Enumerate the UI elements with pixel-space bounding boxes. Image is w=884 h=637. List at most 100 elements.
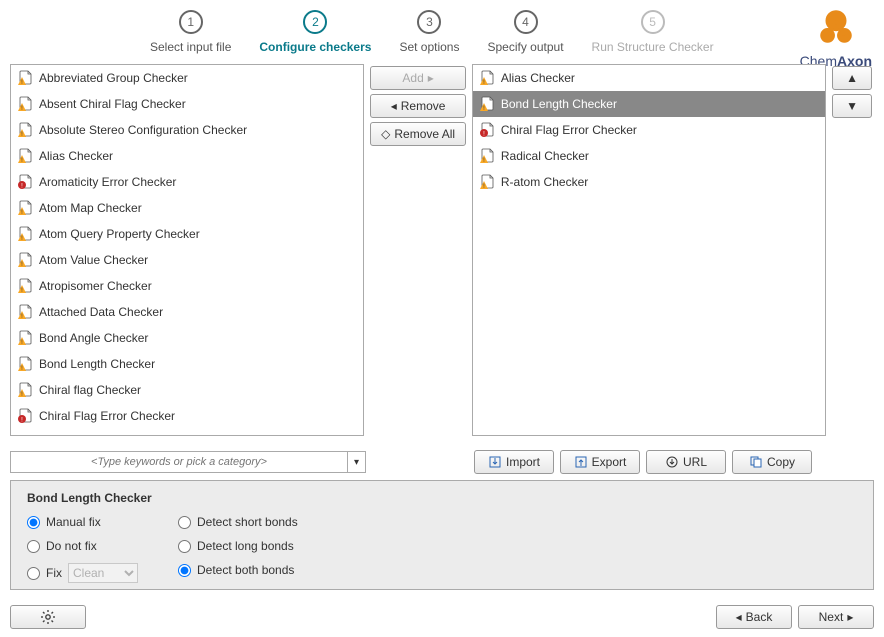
checker-label: Chiral Flag Error Checker bbox=[39, 409, 175, 423]
step-3[interactable]: 3 Set options bbox=[399, 10, 459, 54]
checker-icon: ! bbox=[17, 96, 33, 112]
radio-detect-long[interactable]: Detect long bonds bbox=[178, 539, 298, 553]
checker-label: Bond Angle Checker bbox=[39, 331, 148, 345]
checker-label: Aromaticity Error Checker bbox=[39, 175, 176, 189]
filter-dropdown-button[interactable]: ▾ bbox=[348, 451, 366, 473]
checker-label: Attached Data Checker bbox=[39, 305, 163, 319]
import-button[interactable]: Import bbox=[474, 450, 554, 474]
step-label: Run Structure Checker bbox=[592, 40, 714, 54]
step-label: Configure checkers bbox=[259, 40, 371, 54]
move-up-button[interactable]: ▲ bbox=[832, 66, 872, 90]
filter-input[interactable] bbox=[10, 451, 348, 473]
list-item[interactable]: ! Bond Angle Checker bbox=[11, 325, 363, 351]
settings-button[interactable] bbox=[10, 605, 86, 629]
triangle-right-icon: ▸ bbox=[428, 71, 434, 85]
remove-button[interactable]: ◂Remove bbox=[370, 94, 466, 118]
checker-label: Bond Length Checker bbox=[501, 97, 617, 111]
list-item[interactable]: ! Absolute Stereo Configuration Checker bbox=[11, 117, 363, 143]
import-icon bbox=[488, 455, 502, 469]
config-title: Bond Length Checker bbox=[27, 491, 857, 505]
remove-all-button[interactable]: ◇Remove All bbox=[370, 122, 466, 146]
step-5: 5 Run Structure Checker bbox=[592, 10, 714, 54]
triangle-up-icon: ▲ bbox=[846, 71, 858, 85]
checker-icon: ! bbox=[17, 278, 33, 294]
checker-label: Chiral Flag Error Checker bbox=[501, 123, 637, 137]
list-item[interactable]: !Attached Data Checker bbox=[11, 299, 363, 325]
list-item[interactable]: ! Atropisomer Checker bbox=[11, 273, 363, 299]
checker-icon: ! bbox=[479, 96, 495, 112]
add-button[interactable]: Add▸ bbox=[370, 66, 466, 90]
radio-detect-both[interactable]: Detect both bonds bbox=[178, 563, 298, 577]
step-2[interactable]: 2 Configure checkers bbox=[259, 10, 371, 54]
list-item[interactable]: ! Atom Query Property Checker bbox=[11, 221, 363, 247]
download-icon bbox=[665, 455, 679, 469]
radio-detect-short[interactable]: Detect short bonds bbox=[178, 515, 298, 529]
step-number: 5 bbox=[641, 10, 665, 34]
checker-label: Absolute Stereo Configuration Checker bbox=[39, 123, 247, 137]
list-item[interactable]: ! Chiral Flag Error Checker bbox=[11, 403, 363, 429]
copy-button[interactable]: Copy bbox=[732, 450, 812, 474]
list-item[interactable]: !Radical Checker bbox=[473, 143, 825, 169]
footer: ◂Back Next▸ bbox=[0, 597, 884, 637]
checker-icon: ! bbox=[17, 226, 33, 242]
selected-checkers-list[interactable]: ! Alias Checker! Bond Length Checker !Chira… bbox=[473, 65, 825, 435]
checker-label: Radical Checker bbox=[501, 149, 589, 163]
move-down-button[interactable]: ▼ bbox=[832, 94, 872, 118]
list-item[interactable]: !Atom Map Checker bbox=[11, 195, 363, 221]
list-item[interactable]: !Aromaticity Error Checker bbox=[11, 169, 363, 195]
step-1[interactable]: 1 Select input file bbox=[150, 10, 231, 54]
step-4[interactable]: 4 Specify output bbox=[487, 10, 563, 54]
list-item[interactable]: ! Absent Chiral Flag Checker bbox=[11, 91, 363, 117]
checker-icon: ! bbox=[479, 70, 495, 86]
copy-icon bbox=[749, 455, 763, 469]
checker-icon: ! bbox=[17, 330, 33, 346]
main-area: !Abbreviated Group Checker! Absent Chiral… bbox=[0, 54, 884, 446]
io-actions: Import Export URL Copy bbox=[474, 450, 874, 474]
checker-icon: ! bbox=[17, 382, 33, 398]
checker-icon: ! bbox=[17, 70, 33, 86]
list-item[interactable]: ! Alias Checker bbox=[473, 65, 825, 91]
list-item[interactable]: !Bond Length Checker bbox=[11, 351, 363, 377]
radio-do-not-fix[interactable]: Do not fix bbox=[27, 539, 138, 553]
checker-label: Alias Checker bbox=[501, 71, 575, 85]
filter-row: ▾ bbox=[10, 451, 366, 473]
list-item[interactable]: !Atom Value Checker bbox=[11, 247, 363, 273]
available-checkers-list[interactable]: !Abbreviated Group Checker! Absent Chiral… bbox=[11, 65, 363, 435]
checker-label: Atropisomer Checker bbox=[39, 279, 152, 293]
selected-checkers-panel: ! Alias Checker! Bond Length Checker !Chira… bbox=[472, 64, 826, 436]
reorder-buttons: ▲ ▼ bbox=[830, 64, 874, 436]
checker-icon: ! bbox=[17, 408, 33, 424]
list-item[interactable]: !R-atom Checker bbox=[473, 169, 825, 195]
radio-manual-fix[interactable]: Manual fix bbox=[27, 515, 138, 529]
available-checkers-panel: !Abbreviated Group Checker! Absent Chiral… bbox=[10, 64, 364, 436]
triangle-down-icon: ▼ bbox=[846, 99, 858, 113]
export-button[interactable]: Export bbox=[560, 450, 640, 474]
export-icon bbox=[574, 455, 588, 469]
checker-label: R-atom Checker bbox=[501, 175, 588, 189]
gear-icon bbox=[40, 609, 56, 625]
next-button[interactable]: Next▸ bbox=[798, 605, 874, 629]
list-item[interactable]: ! Bond Length Checker bbox=[473, 91, 825, 117]
checker-icon: ! bbox=[17, 200, 33, 216]
wizard-steps: 1 Select input file 2 Configure checkers… bbox=[10, 10, 874, 54]
chevron-down-icon: ▾ bbox=[354, 457, 359, 468]
checker-label: Absent Chiral Flag Checker bbox=[39, 97, 186, 111]
radio-fix[interactable]: Fix Clean bbox=[27, 563, 138, 583]
eraser-icon: ◇ bbox=[381, 127, 390, 141]
checker-label: Bond Length Checker bbox=[39, 357, 155, 371]
triangle-right-icon: ▸ bbox=[847, 610, 853, 624]
list-item[interactable]: ! Chiral flag Checker bbox=[11, 377, 363, 403]
list-item[interactable]: !Abbreviated Group Checker bbox=[11, 65, 363, 91]
fix-mode-group: Manual fix Do not fix Fix Clean bbox=[27, 515, 138, 583]
url-button[interactable]: URL bbox=[646, 450, 726, 474]
step-number: 3 bbox=[417, 10, 441, 34]
under-row: ▾ Import Export URL Copy bbox=[10, 450, 874, 474]
fix-action-select: Clean bbox=[68, 563, 138, 583]
checker-icon: ! bbox=[17, 122, 33, 138]
list-item[interactable]: !Chiral Flag Error Checker bbox=[473, 117, 825, 143]
checker-label: Chiral flag Checker bbox=[39, 383, 141, 397]
wizard-header: 1 Select input file 2 Configure checkers… bbox=[0, 0, 884, 54]
checker-label: Atom Query Property Checker bbox=[39, 227, 200, 241]
list-item[interactable]: !Alias Checker bbox=[11, 143, 363, 169]
back-button[interactable]: ◂Back bbox=[716, 605, 792, 629]
